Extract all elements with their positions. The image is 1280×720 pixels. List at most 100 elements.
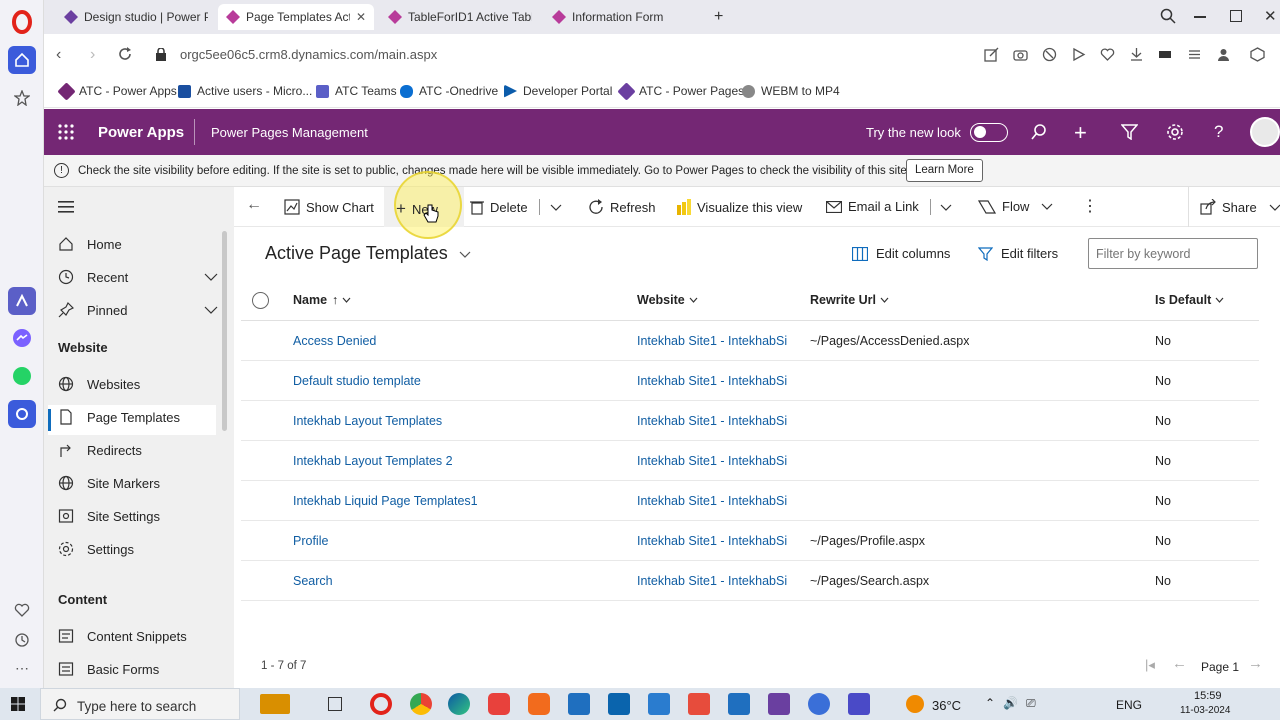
previous-page-icon[interactable]: ← [1172,655,1187,672]
name-link[interactable]: Default studio template [293,374,421,388]
website-link[interactable]: Intekhab Site1 - IntekhabSi [637,334,797,348]
nav-page-templates[interactable]: Page Templates [58,409,180,425]
taskbar-search[interactable]: Type here to search [40,688,240,720]
clock-date[interactable]: 11-03-2024 [1180,705,1230,716]
hamburger-menu-icon[interactable] [58,201,74,213]
reload-icon[interactable] [118,47,132,61]
column-header-name[interactable]: Name ↑ [293,293,351,307]
bookmark-developer-portal[interactable]: Developer Portal [504,84,612,98]
table-row[interactable]: Intekhab Layout Templates 2 Intekhab Sit… [241,441,1259,481]
messenger-icon[interactable] [8,324,36,352]
view-title[interactable]: Active Page Templates [265,243,471,264]
battery-icon[interactable] [1158,47,1173,62]
visual-studio-icon[interactable] [768,693,790,715]
vscode-icon[interactable] [648,693,670,715]
restore-icon[interactable] [1230,10,1242,22]
name-link[interactable]: Access Denied [293,334,376,348]
url-field[interactable]: orgc5ee06c5.crm8.dynamics.com/main.aspx [180,47,437,62]
tab-information-form[interactable]: Information Form [544,4,704,30]
more-commands-icon[interactable]: ⋮ [1082,196,1098,216]
select-all-checkbox[interactable] [252,292,269,309]
app-taskbar-icon[interactable] [808,693,830,715]
app-taskbar-icon[interactable] [568,693,590,715]
edit-columns-button[interactable]: Edit columns [852,246,950,261]
bookmark-webm-to-mp4[interactable]: WEBM to MP4 [742,84,840,98]
nav-settings[interactable]: Settings [58,541,134,557]
heart-icon[interactable] [8,596,36,624]
settings-gear-icon[interactable] [1166,123,1184,141]
tab-design-studio[interactable]: Design studio | Power Pag [56,4,216,30]
table-row[interactable]: Intekhab Layout Templates Intekhab Site1… [241,401,1259,441]
outlook-icon[interactable] [608,693,630,715]
whatsapp-icon[interactable] [8,362,36,390]
refresh-button[interactable]: Refresh [588,199,656,215]
tab-page-templates[interactable]: Page Templates Active Pa ✕ [218,4,374,30]
nav-content-snippets[interactable]: Content Snippets [58,628,187,644]
email-link-button[interactable]: Email a Link [826,199,919,214]
app-launcher-icon[interactable] [58,124,74,140]
help-icon[interactable]: ? [1214,122,1223,142]
website-link[interactable]: Intekhab Site1 - IntekhabSi [637,574,797,588]
nav-pinned[interactable]: Pinned [58,302,218,318]
close-tab-icon[interactable]: ✕ [356,10,366,24]
website-link[interactable]: Intekhab Site1 - IntekhabSi [637,494,797,508]
search-tabs-icon[interactable] [1160,8,1176,24]
menu-icon[interactable] [1187,47,1202,62]
new-tab-button[interactable]: + [714,8,723,26]
system-tray-icons[interactable]: ⌃🔊⎚ [985,696,1044,711]
bookmark-atc-power-apps[interactable]: ATC - Power Apps [57,81,177,101]
more-icon[interactable]: ⋯ [8,654,36,682]
delete-button[interactable]: Delete [470,199,528,215]
add-icon[interactable]: + [1074,120,1087,146]
app-taskbar-icon[interactable] [528,693,550,715]
nav-basic-forms[interactable]: Basic Forms [58,661,159,677]
camera-icon[interactable] [1013,47,1028,62]
website-link[interactable]: Intekhab Site1 - IntekhabSi [637,414,797,428]
favorite-icon[interactable] [1100,47,1115,62]
bookmark-atc-onedrive[interactable]: ATC -Onedrive [400,84,498,98]
opera-taskbar-icon[interactable] [370,693,392,715]
bookmark-atc-power-pages[interactable]: ATC - Power Pages [617,81,744,101]
brand-title[interactable]: Power Apps [98,124,184,141]
app-taskbar-icon[interactable] [688,693,710,715]
edge-icon[interactable] [448,693,470,715]
column-header-is-default[interactable]: Is Default [1155,293,1224,307]
pinboard-icon[interactable] [8,84,36,112]
tab-tableforid1[interactable]: TableForID1 Active TableF [380,4,540,30]
bookmark-active-users[interactable]: Active users - Micro... [178,84,312,98]
teams-taskbar-icon[interactable] [848,693,870,715]
search-icon[interactable] [1030,123,1048,141]
table-row[interactable]: Profile Intekhab Site1 - IntekhabSi ~/Pa… [241,521,1259,561]
nav-site-settings[interactable]: Site Settings [58,508,160,524]
nav-home[interactable]: Home [58,236,122,252]
first-page-icon[interactable]: |◂ [1145,657,1155,673]
back-icon[interactable]: ‹ [56,46,61,64]
visualize-view-button[interactable]: Visualize this view [677,199,802,215]
app-area-title[interactable]: Power Pages Management [211,125,368,140]
app-taskbar-icon[interactable] [728,693,750,715]
website-link[interactable]: Intekhab Site1 - IntekhabSi [637,454,797,468]
extensions-icon[interactable] [1250,47,1265,62]
clock-time[interactable]: 15:59 [1194,690,1222,702]
name-link[interactable]: Intekhab Layout Templates [293,414,442,428]
nav-recent[interactable]: Recent [58,269,218,285]
vivaldi-icon[interactable] [488,693,510,715]
table-row[interactable]: Intekhab Liquid Page Templates1 Intekhab… [241,481,1259,521]
app-icon-2[interactable] [8,400,36,428]
forward-icon[interactable]: › [90,46,95,64]
weather-icon[interactable] [906,695,924,713]
nav-site-markers[interactable]: Site Markers [58,475,160,491]
name-link[interactable]: Profile [293,534,328,548]
filter-icon[interactable] [1121,124,1138,140]
delete-dropdown-icon[interactable] [550,204,568,211]
back-arrow-icon[interactable]: ← [246,196,262,214]
language-indicator[interactable]: ENG [1116,698,1142,712]
chrome-icon[interactable] [410,693,432,715]
adblock-icon[interactable] [1042,47,1057,62]
avatar[interactable] [1250,117,1280,147]
nav-websites[interactable]: Websites [58,376,140,392]
website-link[interactable]: Intekhab Site1 - IntekhabSi [637,374,797,388]
taskbar-app-briefcase-icon[interactable] [260,694,290,714]
opera-logo-icon[interactable] [10,10,34,34]
nav-scrollbar[interactable] [222,231,227,431]
